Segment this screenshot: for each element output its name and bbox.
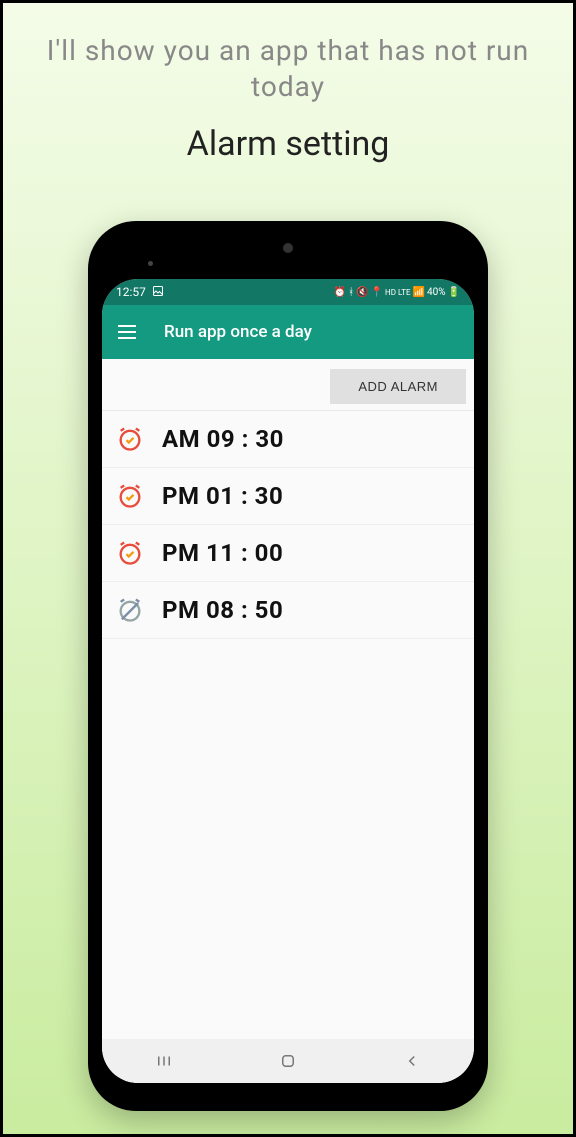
image-icon — [152, 285, 164, 300]
alarm-item[interactable]: PM 11 : 00 — [102, 525, 474, 582]
phone-screen: 12:57 ⏰ ᚼ 🔇 📍 HD LTE 📶 40% 🔋 Run app onc… — [102, 279, 474, 1083]
alarm-enabled-icon — [116, 425, 144, 453]
alarm-time-label: PM 11 : 00 — [162, 539, 283, 567]
add-alarm-row: ADD ALARM — [102, 359, 474, 411]
phone-sensor — [148, 261, 153, 266]
alarm-item[interactable]: PM 08 : 50 — [102, 582, 474, 639]
phone-camera — [283, 243, 293, 253]
phone-frame: 12:57 ⏰ ᚼ 🔇 📍 HD LTE 📶 40% 🔋 Run app onc… — [88, 221, 488, 1111]
promo-title: Alarm setting — [3, 124, 573, 164]
promo-text: I'll show you an app that has not run to… — [3, 33, 573, 106]
alarm-disabled-icon — [116, 596, 144, 624]
home-button[interactable] — [268, 1041, 308, 1081]
app-bar: Run app once a day — [102, 305, 474, 359]
network-icon: HD LTE — [385, 288, 411, 297]
status-bar: 12:57 ⏰ ᚼ 🔇 📍 HD LTE 📶 40% 🔋 — [102, 279, 474, 305]
alarm-list: AM 09 : 30 PM 01 : 30 PM 11 : 00 PM 08 : 50 — [102, 411, 474, 639]
mute-icon: 🔇 — [356, 287, 368, 298]
alarm-enabled-icon — [116, 539, 144, 567]
add-alarm-button[interactable]: ADD ALARM — [330, 369, 466, 404]
recent-apps-button[interactable] — [144, 1041, 184, 1081]
status-time: 12:57 — [116, 285, 146, 299]
alarm-item[interactable]: PM 01 : 30 — [102, 468, 474, 525]
battery-icon: 🔋 — [448, 287, 460, 298]
content-area: ADD ALARM AM 09 : 30 PM 01 : 30 PM 11 : 00… — [102, 359, 474, 1083]
alarm-item[interactable]: AM 09 : 30 — [102, 411, 474, 468]
back-button[interactable] — [392, 1041, 432, 1081]
bluetooth-icon: ᚼ — [348, 287, 354, 298]
alarm-time-label: PM 01 : 30 — [162, 482, 283, 510]
alarm-status-icon: ⏰ — [334, 287, 346, 298]
signal-icon: 📶 — [413, 287, 425, 298]
alarm-time-label: AM 09 : 30 — [162, 425, 284, 453]
menu-icon[interactable] — [118, 325, 136, 339]
navigation-bar — [102, 1039, 474, 1083]
location-icon: 📍 — [371, 287, 383, 298]
alarm-time-label: PM 08 : 50 — [162, 596, 283, 624]
alarm-enabled-icon — [116, 482, 144, 510]
app-title: Run app once a day — [164, 322, 312, 342]
battery-text: 40% — [427, 287, 446, 298]
